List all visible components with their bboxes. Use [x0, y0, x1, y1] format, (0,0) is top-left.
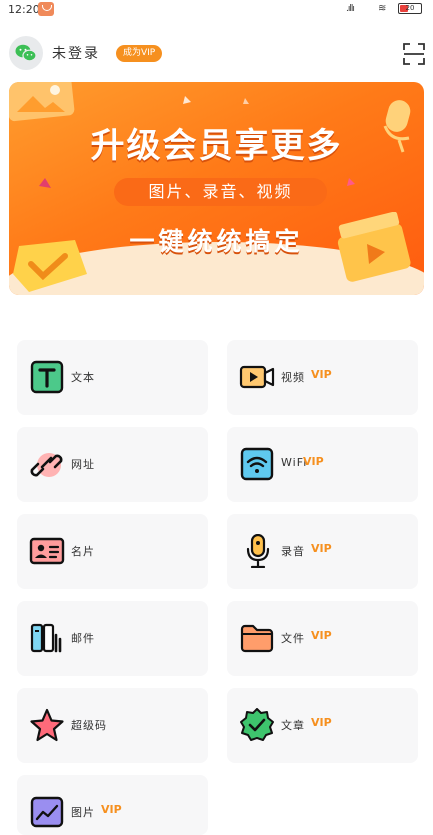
- scan-icon[interactable]: [403, 43, 425, 65]
- avatar[interactable]: [9, 36, 43, 70]
- grid-item-super-code[interactable]: 超级码: [17, 688, 208, 763]
- star-icon: [30, 708, 64, 742]
- grid-item-article[interactable]: 文章 VIP: [227, 688, 418, 763]
- grid-item-label: 图片: [71, 806, 95, 819]
- grid-item-label: 文件: [281, 632, 305, 645]
- wechat-icon: [15, 44, 37, 62]
- grid-item-label: 录音: [281, 545, 305, 558]
- battery-level: 20: [405, 4, 415, 12]
- grid-item-url[interactable]: 网址: [17, 427, 208, 502]
- banner-title: 升级会员享更多: [90, 126, 343, 166]
- grid-item-label: 邮件: [71, 632, 95, 645]
- signal-icon: .ıllı: [346, 4, 355, 14]
- notification-icon: [38, 2, 54, 16]
- mail-icon: [30, 623, 62, 653]
- link-icon: [30, 453, 63, 477]
- vip-badge: VIP: [303, 455, 324, 468]
- grid-item-text[interactable]: 文本: [17, 340, 208, 415]
- grid-item-mail[interactable]: 邮件: [17, 601, 208, 676]
- grid-item-label: 文本: [71, 371, 95, 384]
- status-bar: 12:20 .ıllı ≋ 20: [0, 0, 433, 22]
- folder-icon: [240, 624, 274, 653]
- vip-promo-banner[interactable]: 升级会员享更多 图片、录音、视频 一键统统搞定: [9, 82, 424, 295]
- grid-item-card[interactable]: 名片: [17, 514, 208, 589]
- grid-item-wifi[interactable]: WiFi VIP: [227, 427, 418, 502]
- login-status-text[interactable]: 未登录: [52, 43, 100, 63]
- image-chart-icon: [30, 796, 64, 828]
- microphone-icon: [246, 534, 270, 568]
- grid-item-label: 视频: [281, 371, 305, 384]
- become-vip-button[interactable]: 成为VIP: [116, 45, 163, 62]
- wifi-icon: [240, 447, 274, 481]
- text-icon: [30, 360, 64, 394]
- header: 未登录 成为VIP: [0, 30, 433, 78]
- status-time: 12:20: [8, 3, 40, 16]
- grid-item-label: 名片: [71, 545, 95, 558]
- grid-item-image[interactable]: 图片 VIP: [17, 775, 208, 835]
- vip-badge: VIP: [311, 629, 332, 642]
- vip-badge: VIP: [311, 716, 332, 729]
- grid-item-label: 网址: [71, 458, 95, 471]
- grid-item-audio[interactable]: 录音 VIP: [227, 514, 418, 589]
- grid-item-file[interactable]: 文件 VIP: [227, 601, 418, 676]
- wifi-status-icon: ≋: [378, 3, 387, 14]
- vip-badge: VIP: [311, 542, 332, 555]
- id-card-icon: [29, 537, 65, 565]
- banner-pill: 图片、录音、视频: [114, 178, 327, 206]
- grid-item-video[interactable]: 视频 VIP: [227, 340, 418, 415]
- battery-icon: 20: [398, 3, 422, 14]
- vip-badge: VIP: [311, 368, 332, 381]
- vip-badge: VIP: [101, 803, 122, 816]
- video-camera-icon: [239, 365, 275, 389]
- verified-badge-icon: [240, 708, 274, 741]
- grid-item-label: 超级码: [71, 719, 107, 732]
- banner-subtitle: 一键统统搞定: [129, 227, 304, 256]
- grid-item-label: 文章: [281, 719, 305, 732]
